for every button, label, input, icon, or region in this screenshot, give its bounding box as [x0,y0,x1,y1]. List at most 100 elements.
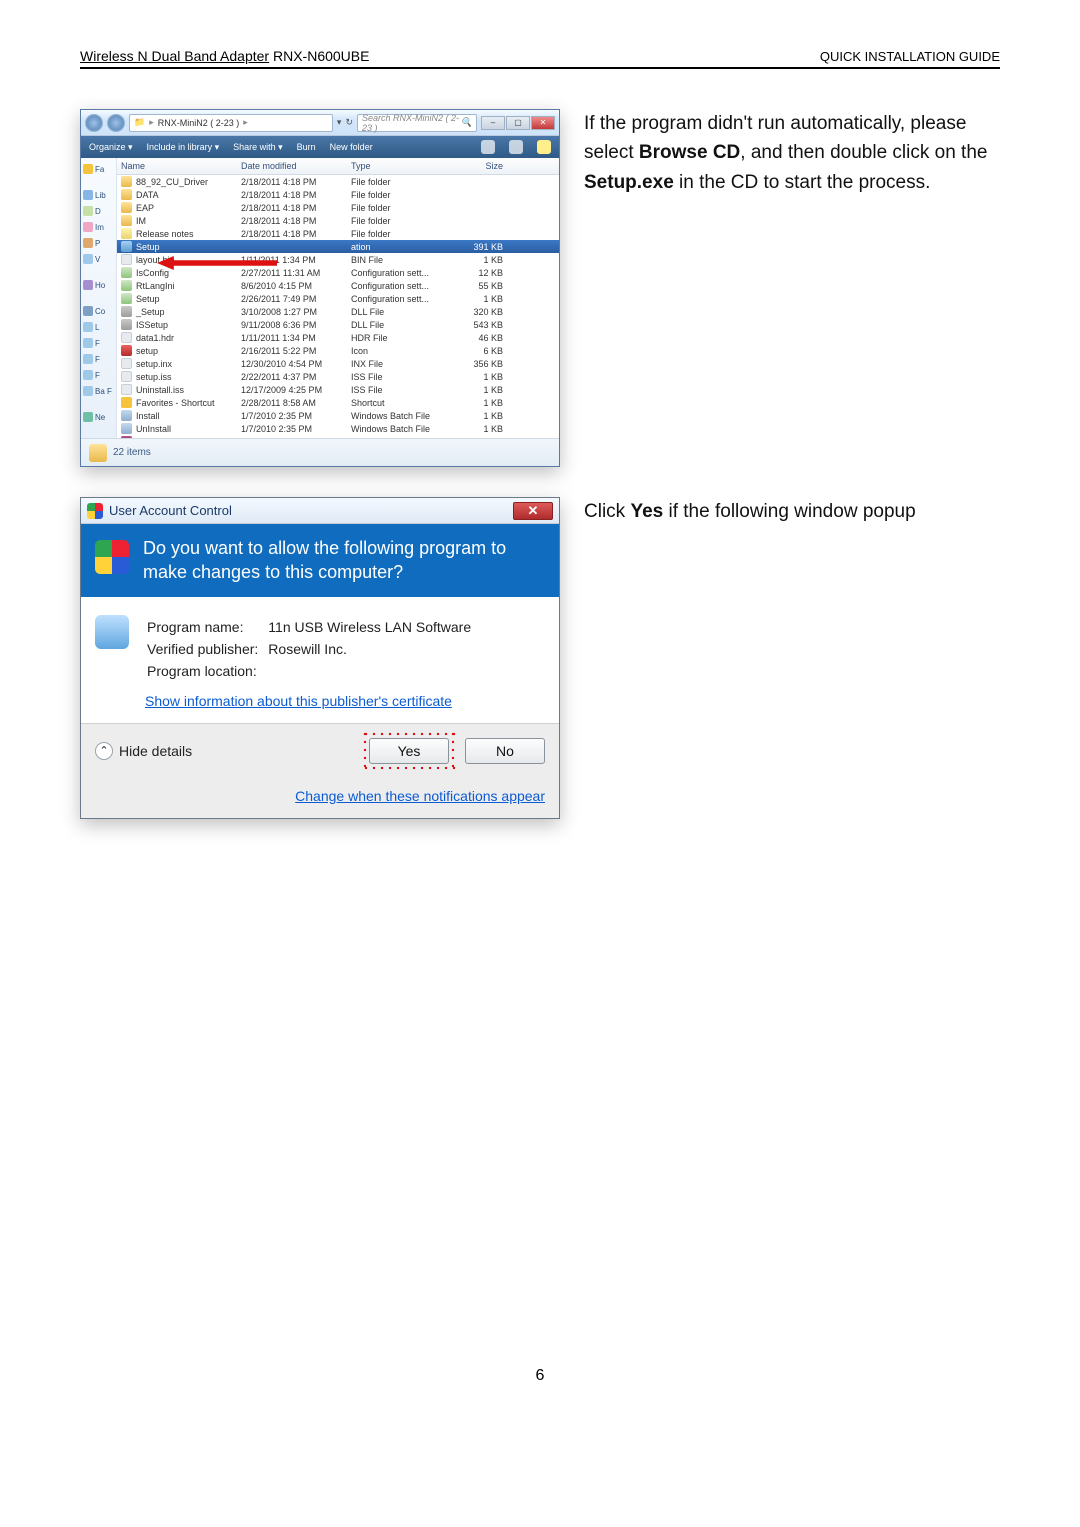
computer-icon [83,306,93,316]
view-icon[interactable] [481,140,495,154]
table-row[interactable]: data1.hdr1/11/2011 1:34 PMHDR File46 KB [117,331,559,344]
col-date[interactable]: Date modified [241,161,351,171]
sidebar-drive4[interactable]: F [95,371,100,380]
col-type[interactable]: Type [351,161,451,171]
homegroup-icon [83,280,93,290]
table-row[interactable]: Setupation391 KB [117,240,559,253]
sidebar-pictures[interactable]: P [95,239,100,248]
uac-shield-icon [87,503,103,519]
uac-value-publisher: Rosewill Inc. [268,639,479,659]
uac-cert-link[interactable]: Show information about this publisher's … [145,693,452,709]
sidebar-computer[interactable]: Co [95,307,105,316]
table-row[interactable]: Uninstall.iss12/17/2009 4:25 PMISS File1… [117,383,559,396]
sidebar-network[interactable]: Ne [95,413,105,422]
nav-back-icon[interactable] [85,114,103,132]
uac-yes-button[interactable]: Yes [369,738,449,764]
file-size: 1 KB [451,398,511,408]
table-row[interactable]: Favorites - Shortcut2/28/2011 8:58 AMSho… [117,396,559,409]
uac-change-link[interactable]: Change when these notifications appear [295,788,545,804]
table-row[interactable]: IsConfig2/27/2011 11:31 AMConfiguration … [117,266,559,279]
maximize-button[interactable]: ▢ [506,116,530,130]
table-row[interactable]: Setup2/26/2011 7:49 PMConfiguration sett… [117,292,559,305]
file-name: IM [136,216,146,226]
page-number: 6 [0,1367,1080,1385]
table-row[interactable]: data11/11/2011 1:34 PMWinRAR1,047 KB [117,435,559,438]
file-size: 1 KB [451,385,511,395]
sidebar-libraries[interactable]: Lib [95,191,106,200]
preview-icon[interactable] [509,140,523,154]
file-date: 2/22/2011 4:37 PM [241,372,351,382]
sidebar-drive[interactable]: L [95,323,99,332]
table-row[interactable]: Install1/7/2010 2:35 PMWindows Batch Fil… [117,409,559,422]
nav-fwd-icon[interactable] [107,114,125,132]
table-row[interactable]: setup2/16/2011 5:22 PMIcon6 KB [117,344,559,357]
sidebar-images[interactable]: Im [95,223,104,232]
uac-close-button[interactable]: ✕ [513,502,553,520]
file-icon [121,306,132,317]
uac-value-programname: 11n USB Wireless LAN Software [268,617,479,637]
file-date: 12/17/2009 4:25 PM [241,385,351,395]
sidebar-favorites[interactable]: Fa [95,165,104,174]
file-name: DATA [136,190,159,200]
table-row[interactable]: UnInstall1/7/2010 2:35 PMWindows Batch F… [117,422,559,435]
file-icon [121,332,132,343]
toolbar-burn[interactable]: Burn [297,142,316,152]
uac-details: Program name: 11n USB Wireless LAN Softw… [81,597,559,723]
file-type: WinRAR [351,437,451,439]
column-headers[interactable]: Name Date modified Type Size [117,158,559,175]
sidebar-drive5[interactable]: Ba F [95,387,112,396]
table-row[interactable]: setup.iss2/22/2011 4:37 PMISS File1 KB [117,370,559,383]
file-icon [121,215,132,226]
table-row[interactable]: DATA2/18/2011 4:18 PMFile folder [117,188,559,201]
table-row[interactable]: setup.inx12/30/2010 4:54 PMINX File356 K… [117,357,559,370]
file-name: Favorites - Shortcut [136,398,215,408]
file-icon [121,280,132,291]
file-type: Windows Batch File [351,411,451,421]
search-input[interactable]: Search RNX-MiniN2 ( 2-23 ) 🔍 [357,114,477,132]
uac-dialog: User Account Control ✕ Do you want to al… [80,497,560,819]
explorer-toolbar: Organize ▾ Include in library ▾ Share wi… [81,136,559,158]
col-name[interactable]: Name [121,161,241,171]
file-icon [121,436,132,438]
uac-button-bar: ⌃ Hide details Yes No [81,723,559,778]
sidebar-documents[interactable]: D [95,207,101,216]
table-row[interactable]: EAP2/18/2011 4:18 PMFile folder [117,201,559,214]
uac-banner: Do you want to allow the following progr… [81,524,559,597]
uac-hide-details[interactable]: ⌃ Hide details [95,742,192,760]
table-row[interactable]: RtLangIni8/6/2010 4:15 PMConfiguration s… [117,279,559,292]
sidebar-videos[interactable]: V [95,255,100,264]
table-row[interactable]: ISSetup9/11/2008 6:36 PMDLL File543 KB [117,318,559,331]
toolbar-organize[interactable]: Organize ▾ [89,142,133,153]
toolbar-newfolder[interactable]: New folder [330,142,373,152]
explorer-file-list: Name Date modified Type Size 88_92_CU_Dr… [117,158,559,438]
explorer-statusbar: 22 items [81,438,559,466]
status-text: 22 items [113,447,151,458]
breadcrumb[interactable]: 📁 ▸ RNX-MiniN2 ( 2-23 ) ▸ [129,114,333,132]
table-row[interactable]: IM2/18/2011 4:18 PMFile folder [117,214,559,227]
file-name: Release notes [136,229,194,239]
help-icon[interactable] [537,140,551,154]
col-size[interactable]: Size [451,161,511,171]
table-row[interactable]: _Setup3/10/2008 1:27 PMDLL File320 KB [117,305,559,318]
breadcrumb-text: RNX-MiniN2 ( 2-23 ) [158,118,240,128]
table-row[interactable]: Release notes2/18/2011 4:18 PMFile folde… [117,227,559,240]
uac-value-location [268,661,479,681]
file-date: 1/11/2011 1:34 PM [241,333,351,343]
sidebar-homegroup[interactable]: Ho [95,281,105,290]
file-date: 2/26/2011 7:49 PM [241,294,351,304]
toolbar-include[interactable]: Include in library ▾ [147,142,220,153]
uac-no-button[interactable]: No [465,738,545,764]
toolbar-share[interactable]: Share with ▾ [233,142,283,153]
close-button[interactable]: ✕ [531,116,555,130]
file-icon [121,267,132,278]
explorer-titlebar: 📁 ▸ RNX-MiniN2 ( 2-23 ) ▸ ▾ ↻ Search RNX… [81,110,559,136]
table-row[interactable]: 88_92_CU_Driver2/18/2011 4:18 PMFile fol… [117,175,559,188]
chevron-up-icon: ⌃ [95,742,113,760]
sidebar-drive3[interactable]: F [95,355,100,364]
sidebar-drive2[interactable]: F [95,339,100,348]
minimize-button[interactable]: – [481,116,505,130]
folder-icon: 📁 [134,117,145,128]
file-size: 391 KB [451,242,511,252]
file-date: 2/28/2011 8:58 AM [241,398,351,408]
file-name: setup [136,346,158,356]
